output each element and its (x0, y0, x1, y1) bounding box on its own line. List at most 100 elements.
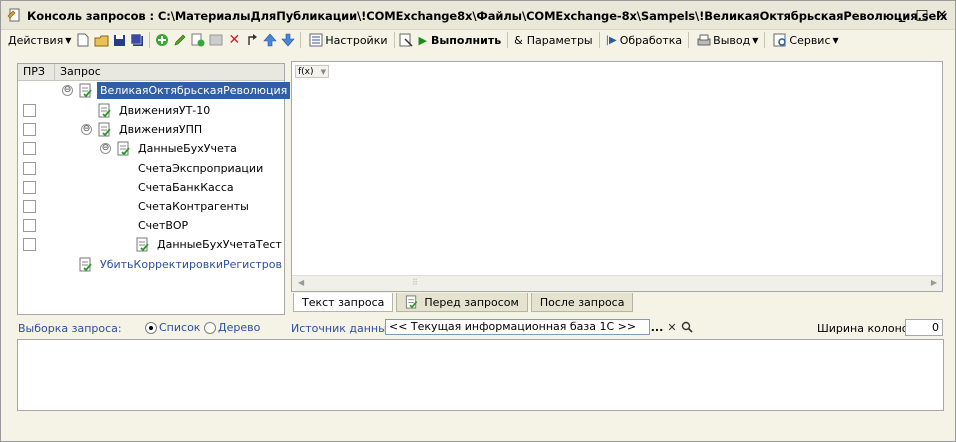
save-as-icon[interactable] (129, 32, 145, 48)
query-doc-icon (98, 103, 111, 118)
prz-checkbox[interactable] (23, 162, 36, 175)
service-icon (772, 32, 788, 48)
toolbar-separator (688, 32, 690, 48)
query-doc-icon (79, 83, 92, 98)
toolbar-separator (149, 32, 151, 48)
prz-checkbox[interactable] (23, 200, 36, 213)
tab-before-query[interactable]: Перед запросом (396, 293, 528, 312)
output-label: Вывод (713, 33, 751, 47)
grid-icon[interactable] (208, 32, 224, 48)
chevron-down-icon: ▼ (65, 35, 72, 45)
column-header-prz[interactable]: ПРЗ (23, 65, 45, 78)
tree-row[interactable]: ⊖ ВеликаяОктябрьскаяРеволюция (18, 81, 291, 100)
arrow-down-icon[interactable] (280, 32, 296, 48)
select-ellipsis-button[interactable]: ... (650, 319, 664, 335)
service-menu[interactable]: Сервис ▼ (768, 30, 841, 50)
add-icon[interactable] (154, 32, 170, 48)
fx-label: f(x) (298, 67, 314, 77)
settings-button[interactable]: Настройки (304, 30, 390, 50)
maximize-button[interactable]: □ (915, 7, 929, 23)
collapse-toggle-icon[interactable]: ⊖ (81, 124, 92, 135)
tree-item-label: ДанныеБухУчета (138, 142, 237, 155)
prz-checkbox[interactable] (23, 181, 36, 194)
actions-menu[interactable]: Действия ▼ (5, 30, 74, 50)
tree-item-label: УбитьКорректировкиРегистров (100, 258, 282, 271)
list-radio-label: Список (159, 321, 201, 334)
tree-row[interactable]: ⊖ ДанныеБухУчета (18, 139, 284, 158)
tab-after-query[interactable]: После запроса (530, 293, 634, 312)
col-width-field[interactable]: 0 (905, 319, 943, 336)
prz-checkbox[interactable] (23, 123, 36, 136)
actions-label: Действия (8, 33, 64, 47)
prz-checkbox[interactable] (23, 238, 36, 251)
prz-checkbox[interactable] (23, 142, 36, 155)
minimize-button[interactable]: _ (895, 8, 909, 23)
query-builder-icon[interactable] (399, 32, 415, 48)
play-icon: ▶ (418, 33, 427, 47)
query-doc-icon (98, 122, 111, 137)
run-label: Выполнить (430, 33, 502, 47)
tree-row[interactable]: СчетаЭкспроприации (18, 159, 284, 178)
query-doc-icon (117, 141, 130, 156)
tree-item-label: СчетаКонтрагенты (138, 200, 249, 213)
function-selector[interactable]: f(x) ▼ (295, 65, 329, 78)
scroll-left-icon[interactable]: ◀ (298, 278, 304, 287)
tree-row[interactable]: УбитьКорректировкиРегистров (18, 255, 284, 274)
delete-icon[interactable]: ✕ (226, 32, 242, 48)
prz-checkbox[interactable] (23, 104, 36, 117)
chevron-down-icon: ▼ (832, 35, 839, 45)
tree-radio-label: Дерево (218, 321, 261, 334)
data-source-field[interactable]: << Текущая информационная база 1С >> (385, 319, 650, 335)
radio-selected-icon (145, 322, 157, 334)
printer-icon (696, 32, 712, 48)
radio-unselected-icon (204, 322, 216, 334)
tree-item-label: СчетаЭкспроприации (138, 162, 264, 175)
service-label: Сервис (789, 33, 831, 47)
horizontal-scrollbar[interactable]: ◀ ⠿ ▶ (292, 275, 942, 291)
tree-row[interactable]: ДанныеБухУчетаТест (18, 235, 284, 254)
settings-label: Настройки (325, 33, 388, 47)
tree-item-label: СчетВОР (138, 219, 189, 232)
toolbar-separator (598, 32, 600, 48)
params-label: Параметры (526, 33, 593, 47)
scroll-right-icon[interactable]: ▶ (931, 278, 937, 287)
processing-label: Обработка (619, 33, 683, 47)
search-icon[interactable] (680, 319, 694, 335)
editor-tabs: Текст запроса Перед запросом После запро… (293, 293, 636, 313)
tree-item-label: СчетаБанкКасса (138, 181, 234, 194)
tab-label: После запроса (539, 295, 625, 309)
collapse-toggle-icon[interactable]: ⊖ (62, 85, 73, 96)
collapse-toggle-icon[interactable]: ⊖ (100, 143, 111, 154)
run-button[interactable]: ▶ Выполнить (416, 30, 505, 50)
tree-row[interactable]: ДвиженияУТ-10 (18, 101, 284, 120)
settings-icon (308, 32, 324, 48)
tree-radio[interactable]: Дерево (204, 321, 260, 334)
copy-add-icon[interactable] (190, 32, 206, 48)
main-toolbar: Действия ▼ ✕ Настройки ▶ Выполнить & Пар… (5, 30, 951, 50)
prz-checkbox[interactable] (23, 219, 36, 232)
tree-row[interactable]: СчетВОР (18, 216, 284, 235)
query-text-editor[interactable]: f(x) ▼ ◀ ⠿ ▶ (291, 61, 943, 292)
edit-pencil-icon[interactable] (172, 32, 188, 48)
tab-query-text[interactable]: Текст запроса (293, 293, 394, 312)
tree-row[interactable]: СчетаКонтрагенты (18, 197, 284, 216)
tree-row[interactable]: СчетаБанкКасса (18, 178, 284, 197)
query-result-area[interactable] (17, 339, 944, 411)
params-button[interactable]: & Параметры (511, 30, 595, 50)
column-header-query[interactable]: Запрос (60, 65, 101, 78)
query-doc-icon (79, 257, 92, 272)
clear-icon[interactable]: ✕ (665, 319, 679, 335)
open-folder-icon[interactable] (93, 32, 109, 48)
scroll-thumb-grip[interactable]: ⠿ (412, 278, 418, 287)
close-button[interactable]: ✕ (935, 8, 949, 23)
query-tree[interactable]: ПРЗ Запрос ⊖ ВеликаяОктябрьскаяРеволюция… (17, 63, 291, 315)
arrow-up-icon[interactable] (262, 32, 278, 48)
list-radio[interactable]: Список (145, 321, 200, 334)
processing-button[interactable]: |▶ Обработка (603, 30, 686, 50)
save-icon[interactable] (111, 32, 127, 48)
tree-row[interactable]: ⊖ ДвиженияУПП (18, 120, 284, 139)
move-up-tree-icon[interactable] (244, 32, 260, 48)
query-doc-icon (406, 295, 418, 309)
output-menu[interactable]: Вывод ▼ (692, 30, 761, 50)
new-file-icon[interactable] (75, 32, 91, 48)
